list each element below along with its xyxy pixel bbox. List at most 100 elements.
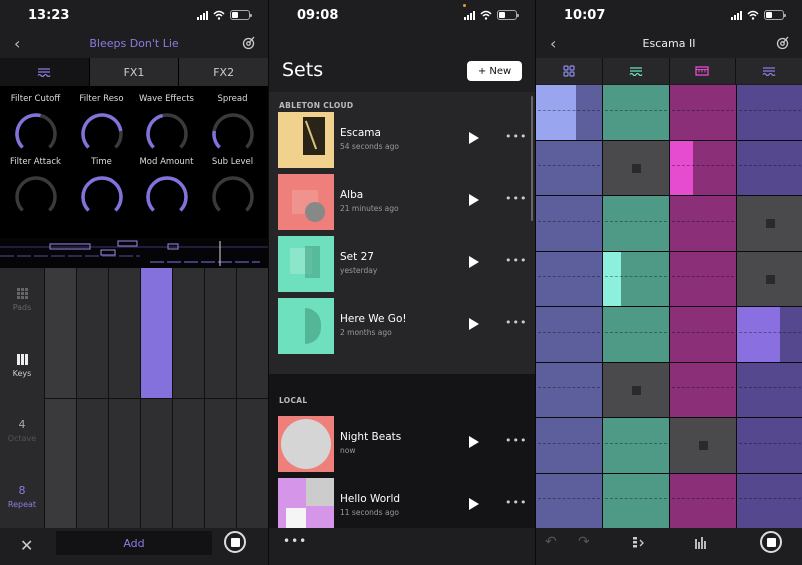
knob-dial[interactable] (211, 173, 255, 217)
clip[interactable] (536, 307, 602, 362)
play-icon[interactable] (469, 318, 479, 330)
knob-dial[interactable] (211, 110, 255, 154)
play-icon[interactable] (469, 498, 479, 510)
tab-synth[interactable] (0, 58, 89, 86)
set-list-item[interactable]: Here We Go! 2 months ago ••• (269, 298, 535, 356)
tab-fx1[interactable]: FX1 (89, 58, 179, 86)
knob-filter-reso[interactable]: Filter Reso (68, 94, 135, 154)
set-thumbnail[interactable] (278, 298, 334, 354)
clip[interactable] (536, 140, 602, 195)
tab-fx2[interactable]: FX2 (179, 58, 268, 86)
keys-mode-button[interactable]: Keys (0, 354, 44, 378)
empty-clip-slot[interactable] (737, 196, 802, 251)
clip[interactable] (670, 251, 736, 306)
clip[interactable] (670, 307, 736, 362)
pads-mode-button[interactable]: Pads (0, 288, 44, 312)
redo-icon[interactable]: ↷ (578, 534, 590, 550)
clip[interactable] (737, 418, 802, 473)
clip[interactable] (670, 196, 736, 251)
clip[interactable] (737, 85, 802, 140)
more-options-icon[interactable]: ••• (505, 496, 527, 509)
add-button[interactable]: Add (56, 531, 212, 555)
record-stop-button[interactable] (224, 531, 246, 553)
track-tab-synth-2[interactable] (736, 58, 802, 84)
key-pad[interactable] (173, 398, 204, 528)
key-pad[interactable] (237, 398, 268, 528)
track-tab-drums[interactable] (536, 58, 602, 84)
more-options-icon[interactable]: ••• (505, 192, 527, 205)
set-thumbnail[interactable] (278, 236, 334, 292)
knob-time[interactable]: Time (68, 157, 135, 217)
clip[interactable] (737, 140, 802, 195)
close-icon[interactable]: ✕ (20, 536, 33, 555)
clip[interactable] (670, 473, 736, 528)
clip[interactable] (536, 251, 602, 306)
playing-clip[interactable] (603, 251, 669, 306)
capture-icon[interactable] (632, 536, 646, 550)
undo-icon[interactable]: ↶ (545, 534, 557, 550)
knob-wave-effects[interactable]: Wave Effects (133, 94, 200, 154)
scrollbar[interactable] (531, 96, 533, 221)
playing-clip[interactable] (670, 140, 736, 195)
set-thumbnail[interactable] (278, 478, 334, 534)
knob-dial[interactable] (80, 173, 124, 217)
key-pad[interactable] (45, 398, 76, 528)
knob-sub-level[interactable]: Sub Level (199, 157, 266, 217)
knob-dial[interactable] (80, 110, 124, 154)
set-list-item[interactable]: Set 27 yesterday ••• (269, 236, 535, 294)
key-pad[interactable] (205, 268, 236, 398)
key-pad[interactable] (141, 268, 172, 398)
clip[interactable] (603, 307, 669, 362)
clip[interactable] (536, 473, 602, 528)
sequencer-overview[interactable] (0, 238, 268, 268)
playing-clip[interactable] (737, 307, 802, 362)
key-pad[interactable] (237, 268, 268, 398)
key-pad[interactable] (77, 268, 108, 398)
key-pad[interactable] (141, 398, 172, 528)
knob-spread[interactable]: Spread (199, 94, 266, 154)
new-set-button[interactable]: + New (467, 61, 522, 81)
more-options-icon[interactable]: ••• (505, 254, 527, 267)
track-tab-synth-1[interactable] (602, 58, 669, 84)
empty-clip-slot[interactable] (737, 251, 802, 306)
clip[interactable] (603, 196, 669, 251)
track-tab-keys[interactable] (669, 58, 736, 84)
knob-filter-cutoff[interactable]: Filter Cutoff (2, 94, 69, 154)
more-options-icon[interactable]: ••• (505, 130, 527, 143)
key-pad[interactable] (173, 268, 204, 398)
clip[interactable] (603, 418, 669, 473)
clip[interactable] (670, 85, 736, 140)
knob-dial[interactable] (14, 173, 58, 217)
set-thumbnail[interactable] (278, 416, 334, 472)
mixer-icon[interactable] (694, 536, 708, 549)
clip[interactable] (737, 473, 802, 528)
tap-tempo-icon[interactable] (776, 36, 790, 50)
knob-dial[interactable] (14, 110, 58, 154)
set-list-item[interactable]: Night Beats now ••• (269, 416, 535, 474)
key-pad[interactable] (45, 268, 76, 398)
knob-dial[interactable] (145, 173, 189, 217)
octave-control[interactable]: 4 Octave (0, 418, 44, 443)
set-thumbnail[interactable] (278, 174, 334, 230)
play-icon[interactable] (469, 436, 479, 448)
clip[interactable] (536, 418, 602, 473)
record-stop-button[interactable] (760, 531, 782, 553)
play-icon[interactable] (469, 194, 479, 206)
set-list-item[interactable]: Alba 21 minutes ago ••• (269, 174, 535, 232)
clip[interactable] (603, 85, 669, 140)
more-options-icon[interactable]: ••• (505, 434, 527, 447)
more-options-icon[interactable]: ••• (505, 316, 527, 329)
play-icon[interactable] (469, 256, 479, 268)
play-icon[interactable] (469, 132, 479, 144)
more-options-icon[interactable]: ••• (283, 534, 307, 548)
key-pad[interactable] (109, 398, 140, 528)
clip[interactable] (536, 196, 602, 251)
knob-filter-attack[interactable]: Filter Attack (2, 157, 69, 217)
clip[interactable] (603, 473, 669, 528)
key-pad[interactable] (77, 398, 108, 528)
empty-clip-slot[interactable] (603, 140, 669, 195)
clip[interactable] (536, 362, 602, 417)
playing-clip[interactable] (536, 85, 602, 140)
key-pad[interactable] (109, 268, 140, 398)
clip[interactable] (737, 362, 802, 417)
